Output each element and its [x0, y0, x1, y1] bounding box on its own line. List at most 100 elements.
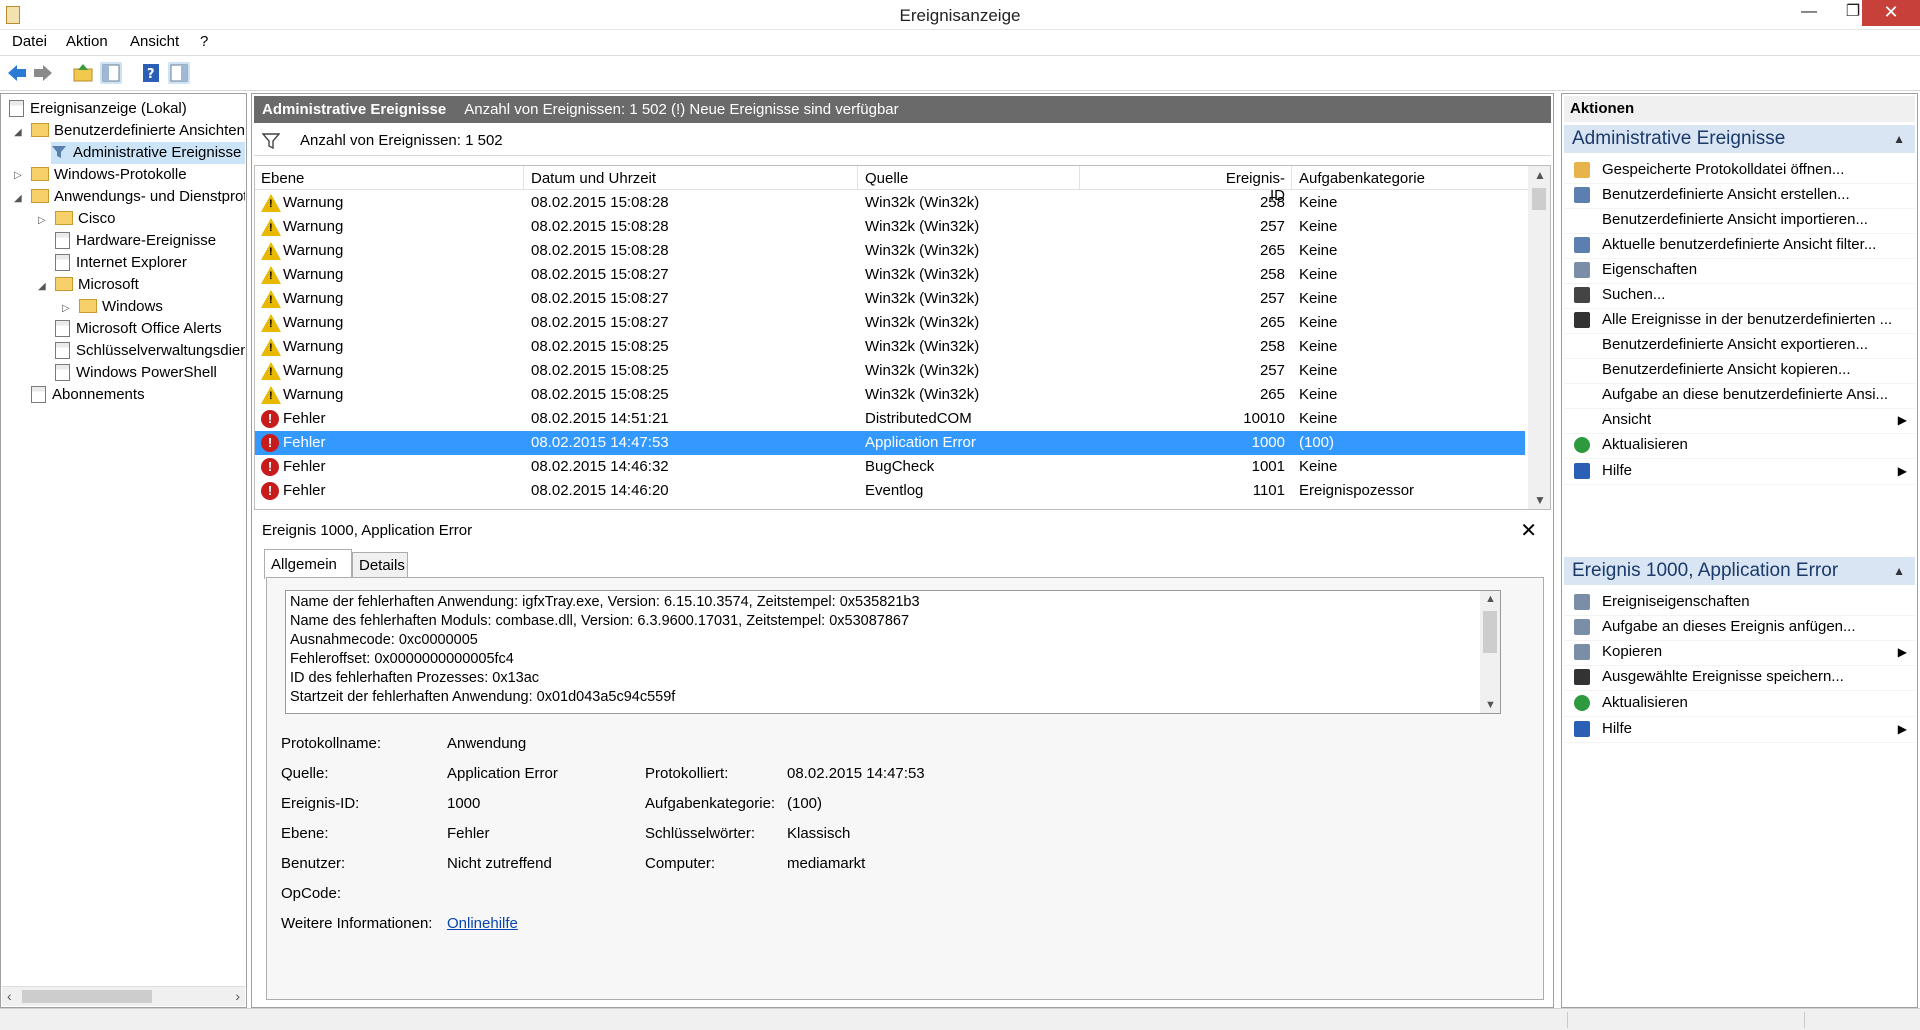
action-help-menu[interactable]: Hilfe ▶ [1564, 457, 1915, 485]
action-copy-menu[interactable]: Kopieren ▶ [1564, 638, 1915, 666]
tree-item-office-alerts[interactable]: Microsoft Office Alerts [55, 318, 222, 340]
forward-arrow-icon[interactable] [32, 62, 54, 84]
expand-arrow-icon[interactable]: ▷ [14, 171, 24, 181]
up-folder-icon[interactable] [72, 62, 94, 84]
help-icon[interactable]: ? [140, 62, 162, 84]
action-copy-custom-view[interactable]: Benutzerdefinierte Ansicht kopieren... [1564, 356, 1915, 384]
cell-level: Warnung [283, 266, 344, 283]
tree-item-windows[interactable]: Windows [79, 296, 163, 318]
table-row[interactable]: ! Fehler 08.02.2015 14:51:21 DistributedCOM… [255, 407, 1525, 431]
scroll-up-icon[interactable]: ▲ [1485, 593, 1496, 605]
column-separator[interactable] [1291, 166, 1292, 190]
menu-aktion[interactable]: Aktion [66, 33, 108, 50]
console-tree-toggle-icon[interactable] [100, 62, 122, 84]
column-header-source[interactable]: Quelle [865, 170, 908, 187]
scroll-up-icon[interactable]: ▲ [1534, 168, 1546, 182]
tree-item-ie[interactable]: Internet Explorer [55, 252, 187, 274]
tab-details[interactable]: Details [352, 552, 408, 578]
action-filter-custom-view[interactable]: Aktuelle benutzerdefinierte Ansicht filt… [1564, 231, 1915, 259]
collapse-triangle-icon[interactable]: ▲ [1893, 557, 1905, 585]
scroll-down-icon[interactable]: ▼ [1485, 699, 1496, 711]
close-button[interactable]: ✕ [1862, 0, 1920, 26]
expand-arrow-icon[interactable]: ▷ [62, 304, 72, 314]
scroll-left-icon[interactable]: ‹ [7, 988, 12, 1004]
tree-label-microsoft: Microsoft [78, 276, 139, 293]
tree-item-app-services[interactable]: Anwendungs- und Dienstprotokolle [31, 186, 245, 208]
table-row[interactable]: ! Warnung 08.02.2015 15:08:27 Win32k (Win32… [255, 311, 1525, 335]
table-row[interactable]: ! Warnung 08.02.2015 15:08:25 Win32k (Win32… [255, 359, 1525, 383]
menu-datei[interactable]: Datei [12, 33, 47, 50]
detail-close-icon[interactable]: ✕ [1520, 518, 1537, 543]
menu-help[interactable]: ? [200, 33, 208, 50]
collapse-arrow-icon[interactable]: ◢ [38, 282, 48, 292]
action-open-saved-log[interactable]: Gespeicherte Protokolldatei öffnen... [1564, 156, 1915, 184]
tree-item-custom-views[interactable]: Benutzerdefinierte Ansichten [31, 120, 245, 142]
tree-item-cisco[interactable]: Cisco [55, 208, 116, 230]
table-row[interactable]: ! Fehler 08.02.2015 14:46:32 BugCheck 1001 Ke… [255, 455, 1525, 479]
tab-general[interactable]: Allgemein [264, 549, 352, 579]
scroll-thumb[interactable] [22, 990, 152, 1003]
table-row[interactable]: ! Fehler 08.02.2015 14:46:20 Eventlog 1101 Er… [255, 479, 1525, 503]
column-header-date[interactable]: Datum und Uhrzeit [531, 170, 656, 187]
tree-item-key-mgmt[interactable]: Schlüsselverwaltungsdienst [55, 340, 245, 362]
filter-icon [262, 133, 280, 149]
table-row[interactable]: ! Warnung 08.02.2015 15:08:27 Win32k (Win32… [255, 287, 1525, 311]
action-refresh[interactable]: Aktualisieren [1564, 431, 1915, 459]
tree-item-subscriptions[interactable]: Abonnements [31, 384, 145, 406]
scroll-thumb[interactable] [1532, 188, 1546, 210]
action-attach-task-to-event[interactable]: Aufgabe an dieses Ereignis anfügen... [1564, 613, 1915, 641]
action-import-custom-view[interactable]: Benutzerdefinierte Ansicht importieren..… [1564, 206, 1915, 234]
action-view-menu[interactable]: Ansicht ▶ [1564, 406, 1915, 434]
action-export-custom-view[interactable]: Benutzerdefinierte Ansicht exportieren..… [1564, 331, 1915, 359]
collapse-triangle-icon[interactable]: ▲ [1893, 125, 1905, 153]
table-vertical-scrollbar[interactable]: ▲ ▼ [1528, 166, 1550, 509]
action-label: Alle Ereignisse in der benutzerdefiniert… [1602, 311, 1893, 328]
action-create-custom-view[interactable]: Benutzerdefinierte Ansicht erstellen... [1564, 181, 1915, 209]
table-row[interactable]: ! Warnung 08.02.2015 15:08:27 Win32k (Win32… [255, 263, 1525, 287]
event-viewer-window: Ereignisanzeige — ❐ ✕ Datei Aktion Ansic… [0, 0, 1920, 1030]
tree-item-windows-logs[interactable]: Windows-Protokolle [31, 164, 245, 186]
action-event-properties[interactable]: Ereigniseigenschaften [1564, 588, 1915, 616]
column-separator[interactable] [523, 166, 524, 190]
expand-arrow-icon[interactable]: ▷ [38, 216, 48, 226]
cell-date: 08.02.2015 14:47:53 [531, 434, 669, 451]
description-scrollbar[interactable]: ▲ ▼ [1480, 591, 1500, 713]
tree-item-powershell[interactable]: Windows PowerShell [55, 362, 217, 384]
action-pane-toggle-icon[interactable] [168, 62, 190, 84]
collapse-arrow-icon[interactable]: ◢ [14, 128, 24, 138]
column-header-category[interactable]: Aufgabenkategorie [1299, 170, 1425, 187]
collapse-arrow-icon[interactable]: ◢ [14, 194, 24, 204]
event-description-box[interactable]: Name der fehlerhaften Anwendung: igfxTra… [285, 590, 1501, 714]
view-event-count: Anzahl von Ereignissen: 1 502 (!) Neue E… [464, 101, 899, 118]
table-row[interactable]: ! Fehler 08.02.2015 14:47:53 Application Er… [255, 431, 1525, 455]
menu-ansicht[interactable]: Ansicht [130, 33, 179, 50]
back-arrow-icon[interactable] [6, 62, 28, 84]
tree-item-root[interactable]: Ereignisanzeige (Lokal) [9, 98, 187, 120]
action-save-all-events[interactable]: Alle Ereignisse in der benutzerdefiniert… [1564, 306, 1915, 334]
tree-horizontal-scrollbar[interactable]: ‹ › [2, 986, 245, 1006]
table-row[interactable]: ! Warnung 08.02.2015 15:08:28 Win32k (Win32… [255, 191, 1525, 215]
action-refresh[interactable]: Aktualisieren [1564, 689, 1915, 717]
action-find[interactable]: Suchen... [1564, 281, 1915, 309]
online-help-link[interactable]: Onlinehilfe [447, 915, 518, 932]
scroll-thumb[interactable] [1483, 611, 1497, 653]
table-row[interactable]: ! Warnung 08.02.2015 15:08:25 Win32k (Win32… [255, 383, 1525, 407]
tree-item-admin-events[interactable]: Administrative Ereignisse [51, 142, 245, 164]
column-separator[interactable] [857, 166, 858, 190]
tree-item-hardware[interactable]: Hardware-Ereignisse [55, 230, 216, 252]
actions-section-event[interactable]: Ereignis 1000, Application Error ▲ [1564, 557, 1915, 585]
scroll-right-icon[interactable]: › [235, 988, 240, 1004]
action-help-menu[interactable]: Hilfe ▶ [1564, 715, 1915, 743]
action-properties[interactable]: Eigenschaften [1564, 256, 1915, 284]
scroll-down-icon[interactable]: ▼ [1534, 493, 1546, 507]
action-attach-task-to-view[interactable]: Aufgabe an diese benutzerdefinierte Ansi… [1564, 381, 1915, 409]
column-header-level[interactable]: Ebene [261, 170, 304, 187]
table-row[interactable]: ! Warnung 08.02.2015 15:08:28 Win32k (Win32… [255, 215, 1525, 239]
table-row[interactable]: ! Warnung 08.02.2015 15:08:25 Win32k (Win32… [255, 335, 1525, 359]
tree-item-microsoft[interactable]: Microsoft [55, 274, 139, 296]
column-separator[interactable] [1079, 166, 1080, 190]
action-save-selected-events[interactable]: Ausgewählte Ereignisse speichern... [1564, 663, 1915, 691]
table-row[interactable]: ! Warnung 08.02.2015 15:08:28 Win32k (Win32… [255, 239, 1525, 263]
minimize-button[interactable]: — [1786, 0, 1832, 26]
actions-section-admin-events[interactable]: Administrative Ereignisse ▲ [1564, 125, 1915, 153]
